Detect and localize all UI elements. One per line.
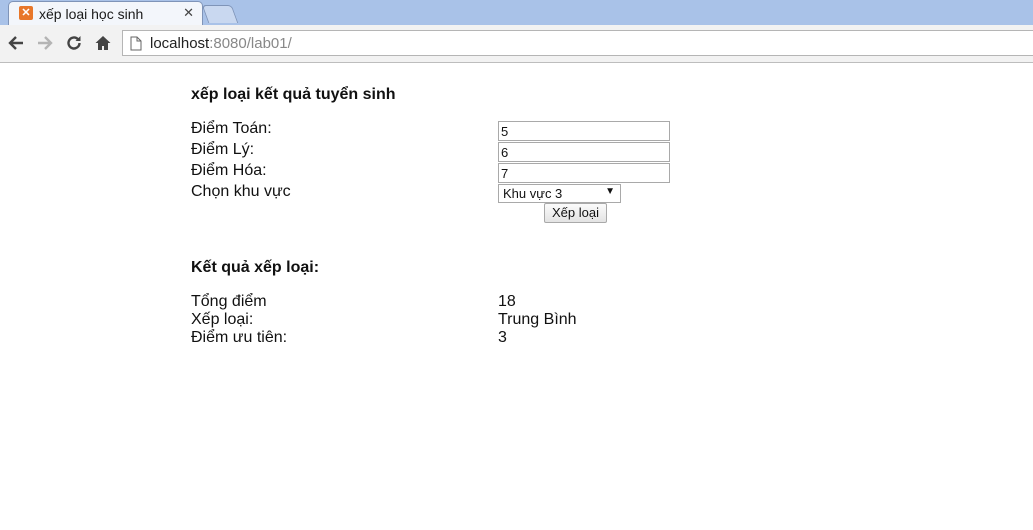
tong-diem-label: Tổng điểm: [191, 293, 267, 310]
tong-diem-value: 18: [498, 293, 516, 310]
url-text: localhost:8080/lab01/: [150, 35, 292, 52]
page-icon: [130, 36, 142, 56]
result-heading: Kết quả xếp loại:: [191, 259, 320, 276]
home-icon[interactable]: [92, 32, 114, 54]
khuvuc-label: Chọn khu vực: [191, 183, 291, 200]
form-heading: xếp loại kết quả tuyển sinh: [191, 86, 396, 103]
back-icon[interactable]: [5, 32, 27, 54]
url-path: :8080/lab01/: [209, 35, 292, 52]
toan-label: Điểm Toán:: [191, 120, 272, 137]
address-bar[interactable]: localhost:8080/lab01/: [122, 30, 1033, 56]
forward-icon[interactable]: [34, 32, 56, 54]
hoa-label: Điểm Hóa:: [191, 162, 267, 179]
tab-title: xếp loại học sinh: [39, 6, 144, 22]
ly-label: Điểm Lý:: [191, 141, 255, 158]
xep-loai-value: Trung Bình: [498, 311, 577, 328]
browser-tab[interactable]: ✕ xếp loại học sinh ✕: [8, 1, 203, 25]
url-host: localhost: [150, 35, 210, 52]
browser-toolbar: localhost:8080/lab01/: [0, 25, 1033, 63]
ly-input[interactable]: [498, 142, 670, 162]
khuvuc-select[interactable]: Khu vực 3 ▼: [498, 184, 621, 203]
xep-loai-button[interactable]: Xếp loại: [544, 203, 607, 223]
tab-close-icon[interactable]: ✕: [183, 5, 194, 21]
khuvuc-selected-value: Khu vực 3: [503, 186, 563, 201]
tab-strip: ✕ xếp loại học sinh ✕: [0, 0, 1033, 25]
reload-icon[interactable]: [63, 32, 85, 54]
uu-tien-label: Điểm ưu tiên:: [191, 329, 288, 346]
dropdown-arrow-icon: ▼: [605, 186, 615, 197]
hoa-input[interactable]: [498, 163, 670, 183]
new-tab-button[interactable]: [201, 5, 239, 23]
xep-loai-label: Xếp loại:: [191, 311, 254, 328]
toan-input[interactable]: [498, 121, 670, 141]
xampp-favicon-icon: ✕: [19, 6, 33, 20]
uu-tien-value: 3: [498, 329, 507, 346]
